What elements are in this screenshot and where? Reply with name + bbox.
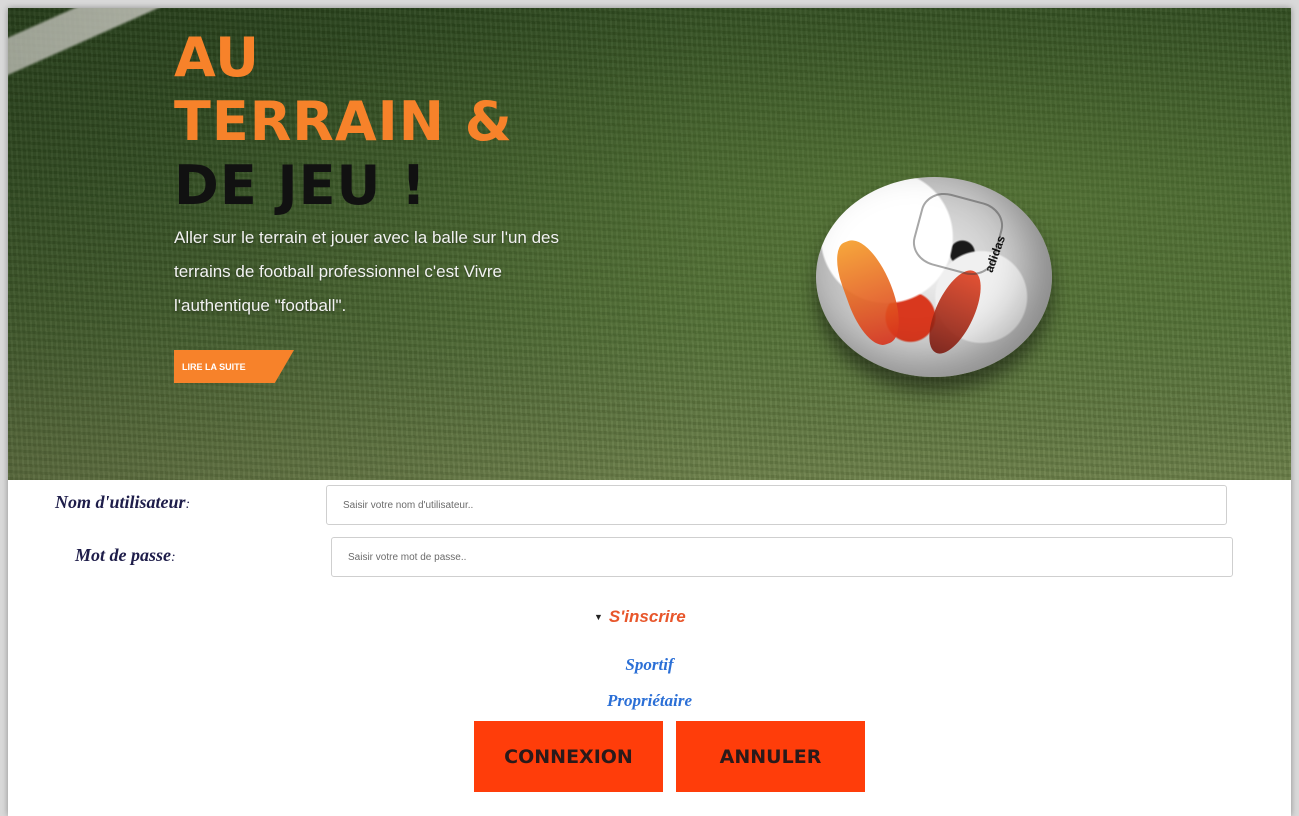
login-button[interactable]: CONNEXION bbox=[474, 721, 663, 792]
password-input[interactable] bbox=[331, 537, 1233, 577]
signup-option-proprietaire[interactable]: Propriétaire bbox=[8, 691, 1291, 711]
hero-title-line2: TERRAIN & bbox=[174, 90, 513, 153]
read-more-button[interactable]: LIRE LA SUITE › bbox=[174, 350, 324, 383]
caret-down-icon: ▼ bbox=[594, 612, 603, 622]
hero-banner: AU TERRAIN & DE JEU ! Aller sur le terra… bbox=[8, 8, 1291, 480]
hero-description: Aller sur le terrain et jouer avec la ba… bbox=[174, 228, 559, 315]
hero-title-line1: AU bbox=[174, 26, 260, 89]
read-more-label: LIRE LA SUITE bbox=[174, 350, 294, 383]
username-label: Nom d'utilisateur: bbox=[55, 492, 191, 512]
signup-toggle[interactable]: ▼ S'inscrire bbox=[594, 607, 686, 627]
signup-option-sportif[interactable]: Sportif bbox=[8, 655, 1291, 675]
hero-title-line3: DE JEU ! bbox=[174, 154, 427, 217]
cancel-button[interactable]: ANNULER bbox=[676, 721, 865, 792]
hero-title: AU TERRAIN & DE JEU ! bbox=[174, 26, 513, 218]
signup-label: S'inscrire bbox=[608, 607, 686, 626]
football-image: adidas bbox=[816, 177, 1052, 377]
page: AU TERRAIN & DE JEU ! Aller sur le terra… bbox=[8, 8, 1291, 816]
password-label: Mot de passe: bbox=[75, 545, 176, 565]
username-input[interactable] bbox=[326, 485, 1227, 525]
